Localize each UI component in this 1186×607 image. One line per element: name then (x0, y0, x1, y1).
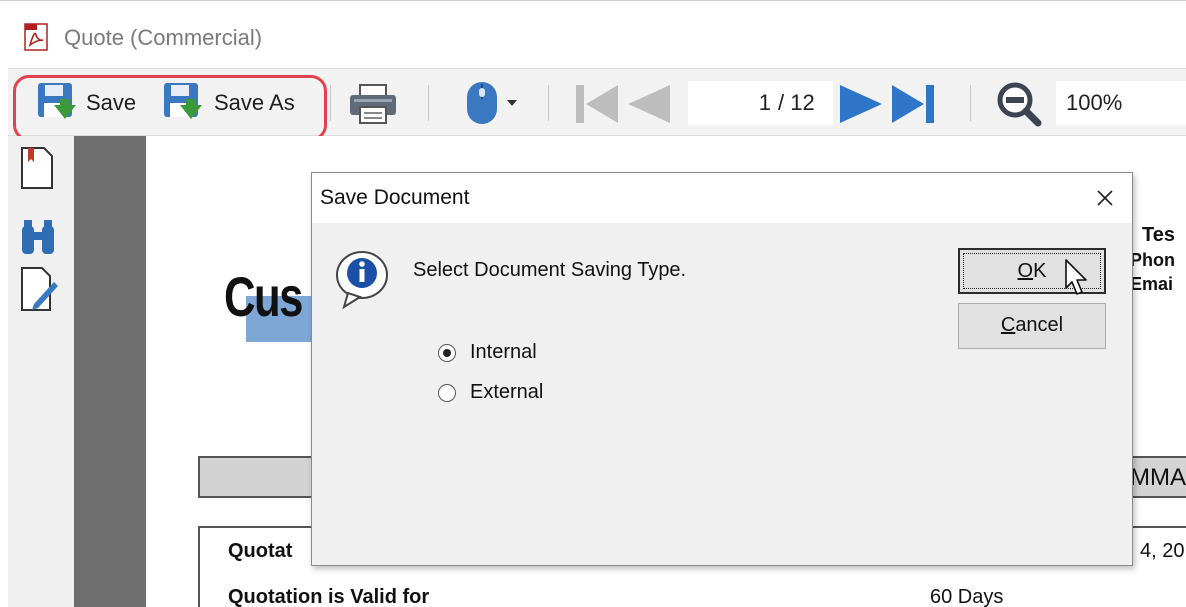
zoom-out-icon[interactable] (996, 81, 1042, 127)
floppy-save-icon (38, 83, 76, 119)
previous-page-icon[interactable] (624, 83, 672, 125)
radio-label-internal: Internal (470, 341, 537, 363)
floppy-save-as-icon (164, 83, 202, 119)
header-company-line: Tes (1142, 224, 1175, 246)
last-page-icon[interactable] (890, 83, 936, 125)
quotation-valid-label: Quotation is Valid for (228, 586, 430, 607)
mouse-mode-dropdown[interactable] (462, 79, 524, 127)
cancel-mnemonic: C (1000, 314, 1016, 336)
dialog-titlebar: Save Document (312, 173, 1132, 223)
ok-label-rest: K (1033, 260, 1047, 282)
toolbar-separator (330, 85, 331, 121)
save-as-label: Save As (214, 90, 295, 115)
zoom-level-select[interactable]: 100% (1056, 81, 1186, 125)
chevron-down-icon (507, 100, 517, 106)
first-page-icon[interactable] (574, 83, 620, 125)
toolbar: Save Save As 1 / 12 100% (8, 68, 1186, 141)
dialog-message: Select Document Saving Type. (413, 259, 687, 281)
edit-document-icon[interactable] (20, 266, 60, 312)
document-gutter (74, 136, 146, 607)
mouse-icon (467, 82, 497, 124)
zoom-level-value: 100% (1066, 90, 1123, 115)
pdf-document-icon (24, 23, 48, 51)
bookmark-page-icon[interactable] (20, 146, 54, 190)
toolbar-separator (428, 85, 429, 121)
save-button[interactable]: Save (30, 79, 150, 125)
next-page-icon[interactable] (838, 83, 886, 125)
radio-button-external[interactable] (438, 384, 456, 402)
ok-mnemonic: O (1017, 260, 1034, 282)
quotation-date-label: Quotat (228, 540, 293, 562)
radio-selected-dot (443, 349, 451, 357)
cancel-label-rest: ancel (1015, 314, 1064, 336)
binoculars-search-icon[interactable] (18, 218, 58, 258)
page-number-field[interactable]: 1 / 12 (688, 81, 833, 125)
window-titlebar: Quote (Commercial) (0, 0, 1186, 68)
window-title: Quote (Commercial) (64, 25, 263, 50)
header-phone-line: Phon (1130, 250, 1175, 270)
close-icon[interactable] (1090, 183, 1120, 213)
quotation-valid-value: 60 Days (930, 586, 1004, 607)
quotation-date-value: 4, 20 (1140, 540, 1185, 562)
radio-label-external: External (470, 381, 544, 403)
printer-icon[interactable] (346, 81, 400, 127)
save-label: Save (86, 90, 137, 115)
save-as-button[interactable]: Save As (156, 79, 306, 125)
header-email-line: Emai (1130, 274, 1174, 294)
info-icon (336, 251, 388, 310)
document-heading: Cus (224, 265, 303, 328)
save-document-dialog: Save Document Select Document Saving Typ… (311, 172, 1133, 566)
side-tool-panel (8, 136, 74, 607)
summary-heading: MMA (1130, 464, 1186, 491)
current-page-input[interactable]: 1 (759, 90, 771, 116)
total-pages: / 12 (778, 90, 815, 115)
toolbar-separator (548, 85, 549, 121)
mouse-pointer-icon (1065, 259, 1087, 295)
cancel-button[interactable]: Cancel (958, 303, 1106, 349)
radio-button-internal[interactable] (438, 344, 456, 362)
dialog-title: Save Document (320, 186, 470, 209)
toolbar-separator (970, 85, 971, 121)
